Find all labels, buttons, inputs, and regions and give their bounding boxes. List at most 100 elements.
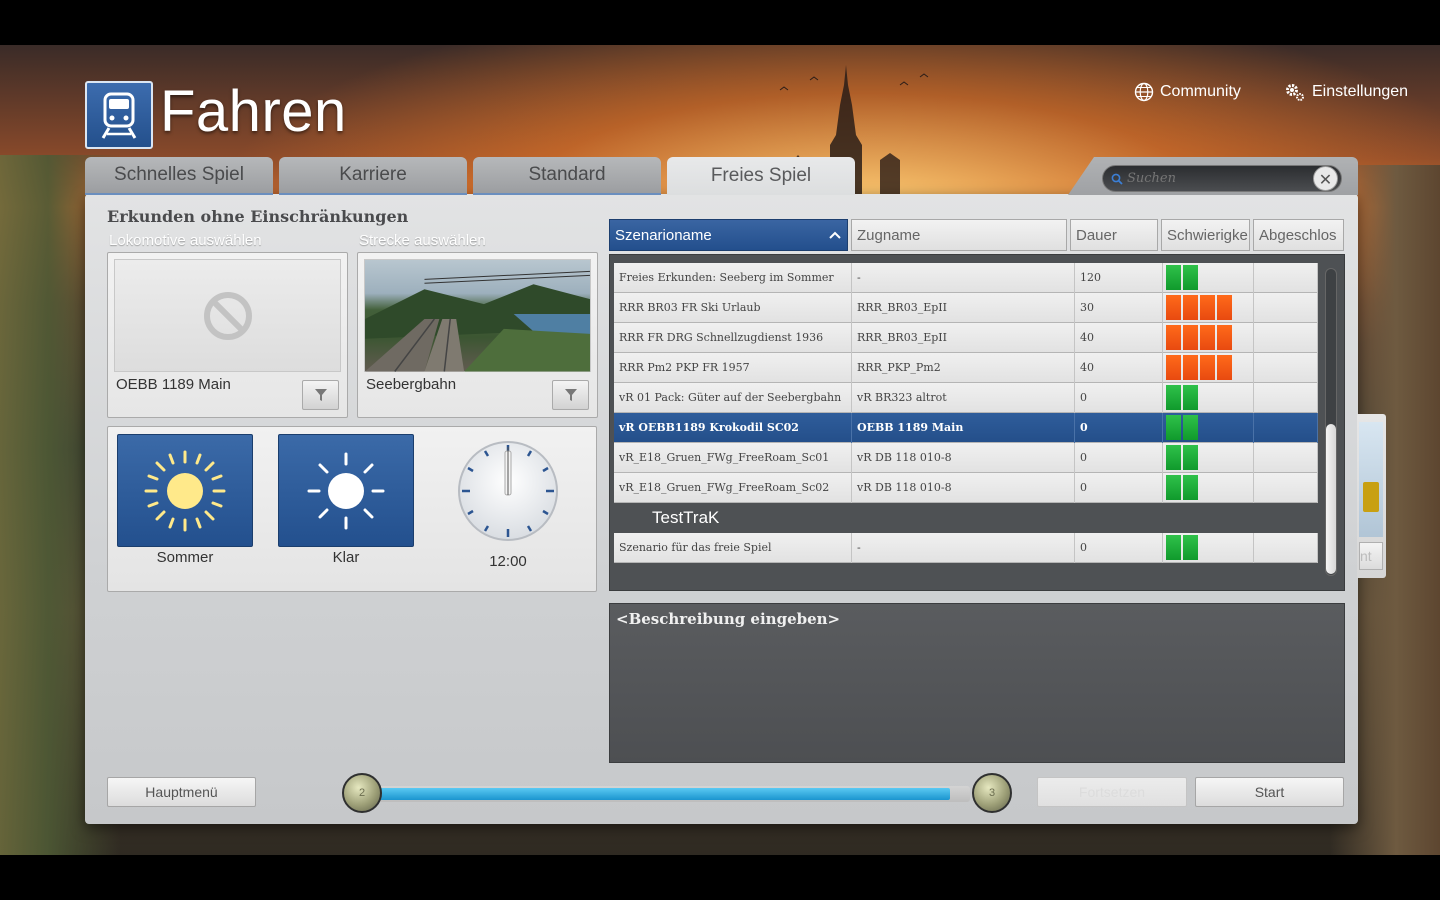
sun-summer-icon [144, 450, 226, 531]
difficulty-cell [1163, 353, 1254, 383]
duration-cell: 0 [1075, 533, 1163, 563]
duration-cell: 40 [1075, 323, 1163, 353]
tab-standard[interactable]: Standard [473, 157, 661, 195]
settings-label: Einstellungen [1312, 83, 1409, 100]
difficulty-bar [1183, 385, 1198, 410]
difficulty-bar [1166, 355, 1181, 380]
continue-button[interactable]: Fortsetzen [1037, 777, 1187, 807]
table-row[interactable]: Szenario für das freie Spiel -0 [614, 533, 1318, 563]
route-thumbnail [364, 259, 591, 372]
letterbox-bottom [0, 855, 1440, 900]
tab-schnelles-spiel[interactable]: Schnelles Spiel [85, 157, 273, 195]
difficulty-bar [1217, 295, 1232, 320]
step-knob-next[interactable]: 3 [972, 773, 1012, 813]
scenario-table: Freies Erkunden: Seeberg im Sommer -120 RR… [609, 254, 1345, 591]
table-row[interactable]: vR_E18_Gruen_FWg_FreeRoam_Sc01 vR DB 118 … [614, 443, 1318, 473]
no-image-icon [203, 291, 252, 340]
clock-icon[interactable] [456, 439, 560, 543]
page-title: Fahren [160, 79, 347, 144]
table-row[interactable]: RRR BR03 FR Ski Urlaub RRR_BR03_EpII 30 [614, 293, 1318, 323]
table-row[interactable]: RRR FR DRG Schnellzugdienst 1936 RRR_BR03… [614, 323, 1318, 353]
difficulty-bar [1166, 415, 1181, 440]
loco-thumbnail [114, 259, 341, 372]
start-button[interactable]: Start [1195, 777, 1344, 807]
scenario-name-cell: Szenario für das freie Spiel [614, 533, 852, 563]
column-header-difficulty[interactable]: Schwierigke [1161, 219, 1250, 251]
train-name-cell: RRR_BR03_EpII [852, 293, 1075, 323]
filter-icon [564, 389, 577, 401]
difficulty-bars [1166, 265, 1198, 290]
difficulty-cell [1163, 383, 1254, 413]
loco-filter-button[interactable] [302, 380, 339, 410]
difficulty-bar [1217, 355, 1232, 380]
season-label: Sommer [156, 549, 214, 566]
duration-cell: 120 [1075, 263, 1163, 293]
table-row[interactable]: Freies Erkunden: Seeberg im Sommer -120 [614, 263, 1318, 293]
train-name-cell: vR DB 118 010-8 [852, 443, 1075, 473]
completed-cell [1254, 293, 1318, 323]
route-landscape-image [365, 270, 590, 372]
route-select-card[interactable]: Seebergbahn [357, 252, 598, 418]
train-name-cell: RRR_BR03_EpII [852, 323, 1075, 353]
route-filter-button[interactable] [552, 380, 589, 410]
difficulty-cell [1163, 263, 1254, 293]
filter-icon [314, 389, 327, 401]
difficulty-bar [1200, 325, 1215, 350]
column-header-duration[interactable]: Dauer [1070, 219, 1158, 251]
settings-link[interactable]: Einstellungen [1284, 82, 1408, 102]
side-peek-panel: nt [1357, 414, 1386, 578]
sun-clear-icon [307, 452, 385, 529]
difficulty-cell [1163, 473, 1254, 503]
table-row[interactable]: vR 01 Pack: Güter auf der Seebergbahn vR … [614, 383, 1318, 413]
column-header-label: Szenarioname [615, 226, 712, 244]
letterbox-top [0, 0, 1440, 45]
table-row[interactable]: RRR Pm2 PKP FR 1957 RRR_PKP_Pm2 40 [614, 353, 1318, 383]
difficulty-bar [1183, 295, 1198, 320]
table-scroll-thumb[interactable] [1326, 424, 1336, 574]
loco-select-label: Lokomotive auswählen [109, 232, 262, 249]
difficulty-bar [1166, 325, 1181, 350]
season-tile[interactable] [117, 434, 253, 547]
gear-icon [1286, 84, 1304, 101]
main-menu-button[interactable]: Hauptmenü [107, 777, 256, 807]
duration-cell: 0 [1075, 473, 1163, 503]
community-link[interactable]: Community [1134, 82, 1241, 102]
column-header-scenario-name[interactable]: Szenarioname [609, 219, 848, 251]
difficulty-bar [1183, 475, 1198, 500]
train-name-cell: - [852, 263, 1075, 293]
difficulty-bars [1166, 355, 1232, 380]
difficulty-cell [1163, 413, 1254, 443]
table-row[interactable]: vR_E18_Gruen_FWg_FreeRoam_Sc02 vR DB 118 … [614, 473, 1318, 503]
tab-karriere[interactable]: Karriere [279, 157, 467, 195]
scenario-name-cell: vR OEBB1189 Krokodil SC02 [614, 413, 852, 443]
column-header-completed[interactable]: Abgeschlos [1253, 219, 1344, 251]
table-row[interactable]: vR OEBB1189 Krokodil SC02 OEBB 1189 Main 0 [614, 413, 1318, 443]
duration-cell: 0 [1075, 443, 1163, 473]
difficulty-bar [1183, 325, 1198, 350]
side-peek-button[interactable]: nt [1359, 542, 1383, 570]
tab-freies-spiel[interactable]: Freies Spiel [667, 157, 855, 195]
search-input[interactable] [1127, 171, 1307, 186]
difficulty-bars [1166, 325, 1232, 350]
difficulty-bar [1183, 445, 1198, 470]
search-field[interactable] [1102, 165, 1342, 192]
train-name-cell: - [852, 533, 1075, 563]
completed-cell [1254, 353, 1318, 383]
weather-tile[interactable] [278, 434, 414, 547]
group-header-testtrak: TestTraK [652, 508, 720, 527]
community-label: Community [1160, 83, 1241, 100]
scenario-name-cell: RRR Pm2 PKP FR 1957 [614, 353, 852, 383]
step-knob-previous[interactable]: 2 [342, 773, 382, 813]
difficulty-bar [1200, 355, 1215, 380]
scenario-name-cell: Freies Erkunden: Seeberg im Sommer [614, 263, 852, 293]
clear-search-icon[interactable]: ✕ [1313, 166, 1338, 191]
difficulty-bar [1183, 355, 1198, 380]
side-peek-image [1359, 422, 1383, 537]
loco-select-card[interactable]: OEBB 1189 Main [107, 252, 348, 418]
difficulty-bars [1166, 295, 1232, 320]
conditions-box: Sommer Klar 12:00 [107, 426, 597, 592]
column-header-train-name[interactable]: Zugname [851, 219, 1067, 251]
train-name-cell: OEBB 1189 Main [852, 413, 1075, 443]
duration-cell: 40 [1075, 353, 1163, 383]
duration-cell: 0 [1075, 413, 1163, 443]
